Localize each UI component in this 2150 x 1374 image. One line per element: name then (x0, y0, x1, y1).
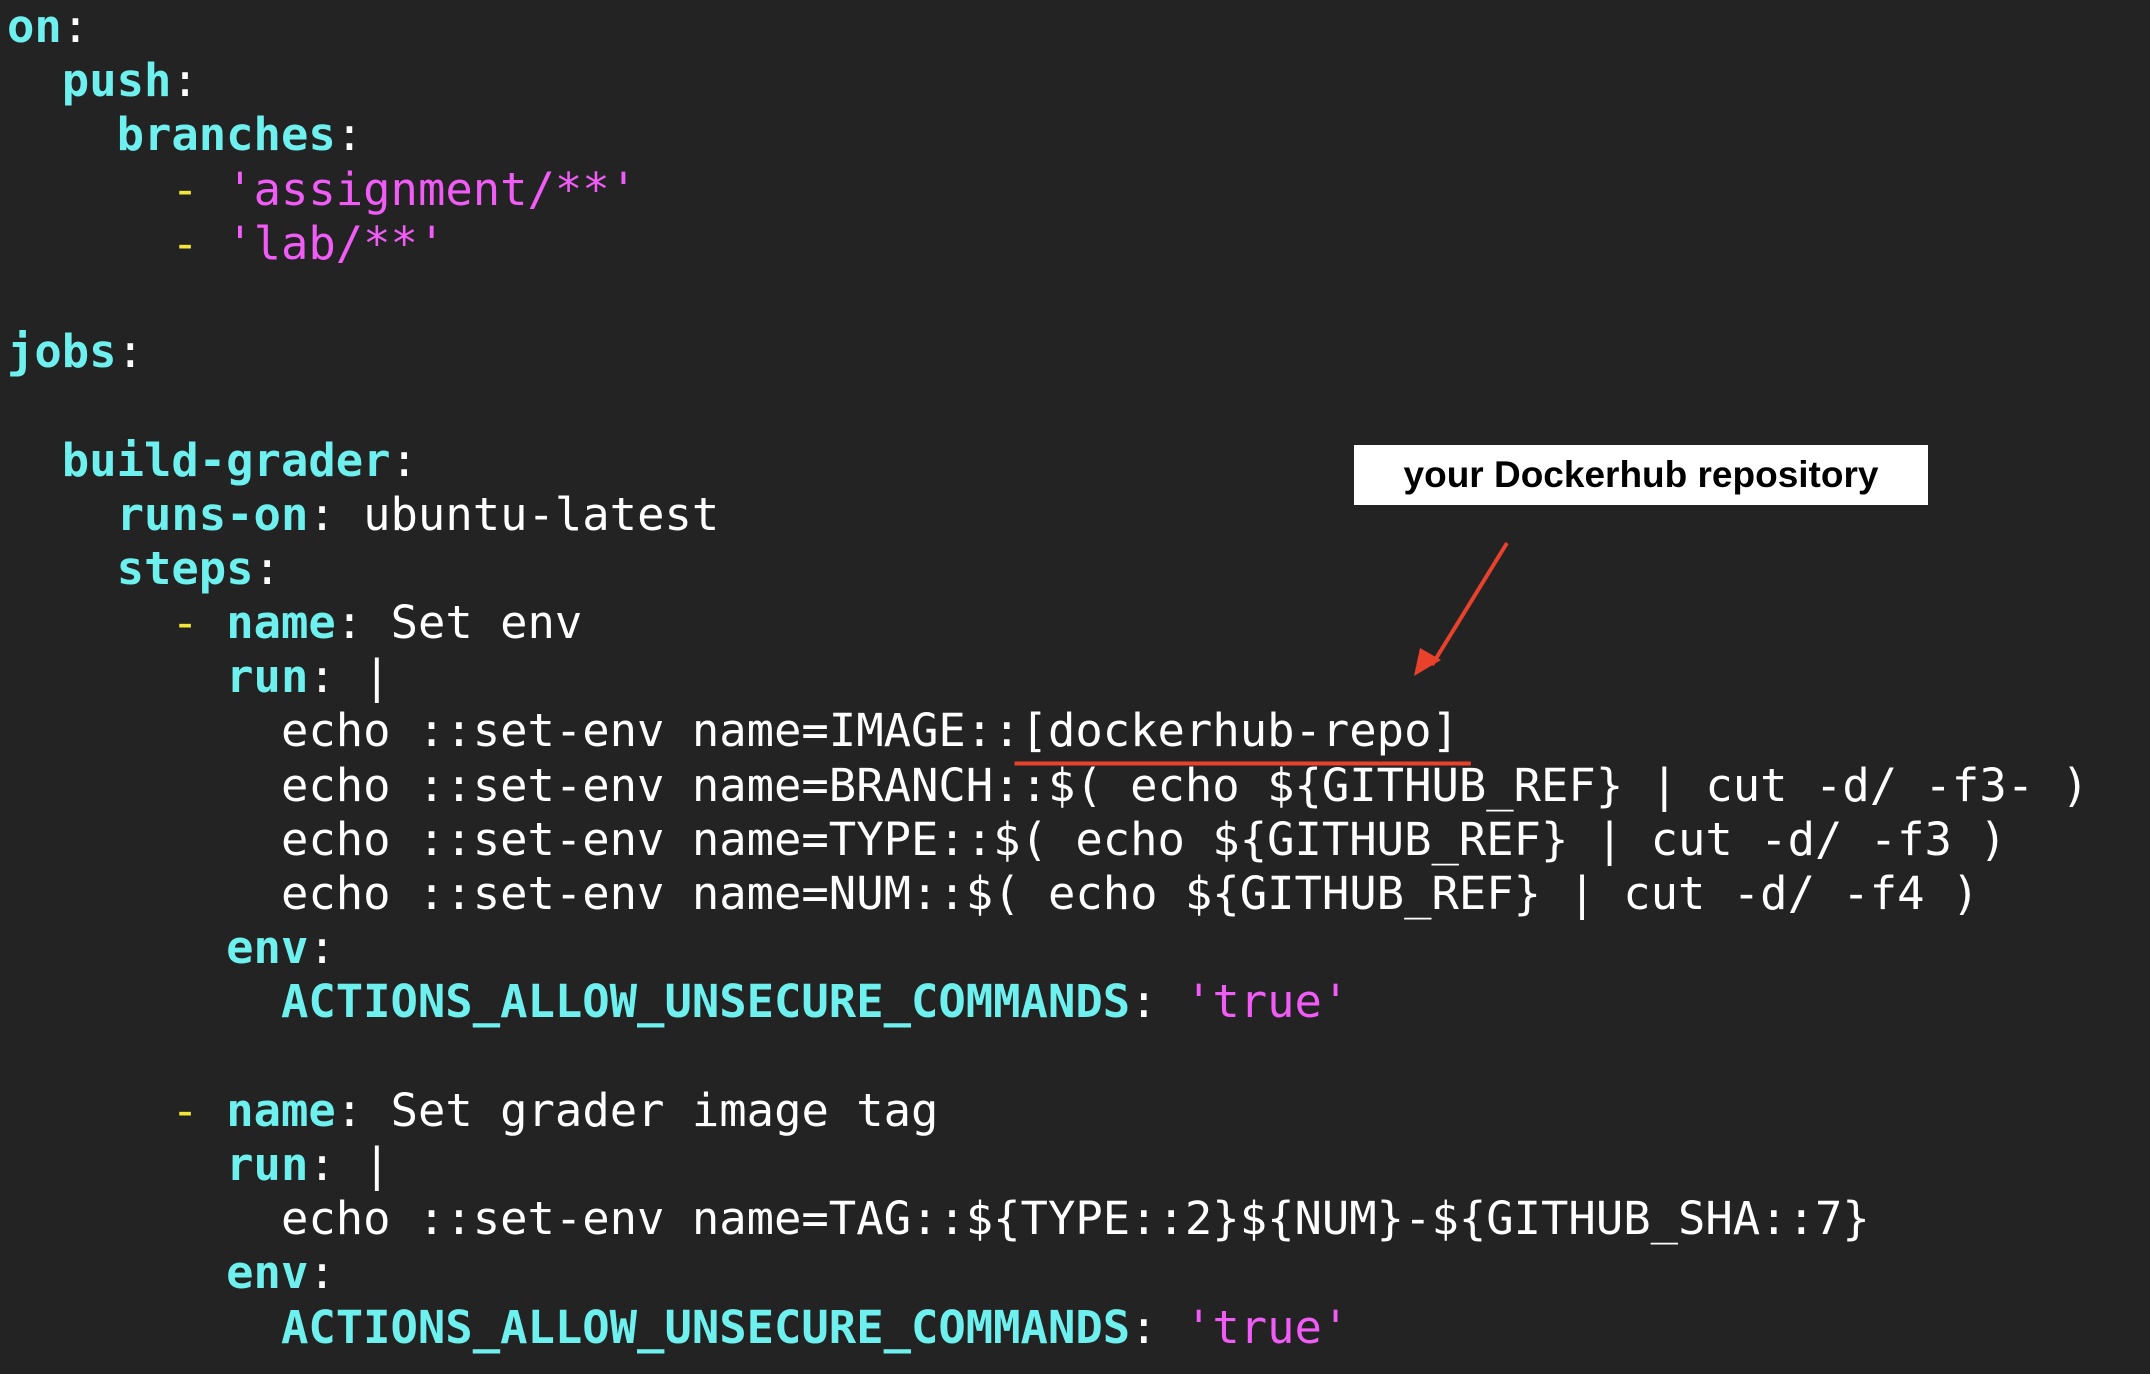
shell-command: echo ::set-env name=TAG::${TYPE::2}${NUM… (280, 1192, 1870, 1246)
step-name: Set env (390, 596, 583, 650)
shell-command: echo ::set-env name=IMAGE:: (280, 704, 1021, 758)
code-line: ACTIONS_ALLOW_UNSECURE_COMMANDS: 'true' (280, 1300, 1350, 1354)
code-line: on: (7, 0, 90, 53)
yaml-key: env (226, 1246, 309, 1300)
env-var-key: ACTIONS_ALLOW_UNSECURE_COMMANDS (280, 975, 1131, 1029)
code-block: on: push: branches: - 'assignment/**' - … (7, 0, 2089, 1355)
yaml-key: name (226, 596, 336, 650)
code-line: ACTIONS_ALLOW_UNSECURE_COMMANDS: 'true' (280, 975, 1350, 1029)
yaml-key: env (226, 921, 309, 975)
list-dash: - (171, 162, 199, 216)
yaml-key: jobs (7, 325, 117, 379)
code-line: - 'assignment/**' (7, 163, 2089, 217)
code-line: echo ::set-env name=TYPE::$( echo ${GITH… (7, 813, 2089, 867)
branch-pattern: 'assignment/**' (226, 162, 638, 216)
yaml-key: branches (116, 108, 336, 162)
yaml-key: push (61, 54, 172, 108)
block-pipe: | (363, 650, 391, 704)
code-line: steps: (116, 541, 281, 595)
code-line: branches: (116, 108, 364, 162)
step-name: Set grader image tag (390, 1083, 939, 1137)
yaml-key: runs-on (116, 487, 309, 541)
runs-on-value: ubuntu-latest (363, 487, 720, 541)
list-dash: - (171, 596, 199, 650)
image-placeholder: [dockerhub-repo] (1020, 704, 1459, 758)
yaml-key: on (7, 0, 62, 53)
annotation-callout: your Dockerhub repository (1354, 445, 1928, 505)
code-line: env: (226, 1246, 336, 1300)
code-line: run: | (226, 650, 391, 704)
code-line: - name: Set env (171, 596, 583, 650)
env-var-value: 'true' (1184, 1300, 1350, 1354)
code-line: echo ::set-env name=BRANCH::$( echo ${GI… (7, 759, 2089, 813)
yaml-key: steps (116, 541, 254, 595)
code-line: echo ::set-env name=IMAGE::[dockerhub-re… (7, 704, 2089, 758)
branch-pattern: 'lab/**' (226, 216, 446, 270)
code-line: - 'lab/**' (7, 217, 2089, 271)
yaml-key: run (226, 650, 309, 704)
shell-command: echo ::set-env name=NUM::$( echo ${GITHU… (280, 867, 1980, 920)
shell-command: echo ::set-env name=TYPE::$( echo ${GITH… (280, 812, 2007, 866)
shell-command: echo ::set-env name=BRANCH::$( echo ${GI… (280, 758, 2089, 812)
block-pipe: | (363, 1137, 391, 1191)
code-line: push: (61, 54, 199, 108)
list-dash: - (171, 1083, 199, 1137)
code-line: - name: Set grader image tag (171, 1083, 939, 1137)
env-var-value: 'true' (1184, 975, 1350, 1029)
list-dash: - (171, 216, 199, 270)
env-var-key: ACTIONS_ALLOW_UNSECURE_COMMANDS (280, 1300, 1131, 1354)
yaml-key: run (226, 1137, 309, 1191)
code-line: echo ::set-env name=NUM::$( echo ${GITHU… (7, 867, 2089, 921)
job-name: build-grader (61, 433, 391, 487)
yaml-key: name (226, 1083, 336, 1137)
code-line: jobs: (7, 325, 144, 379)
code-line: echo ::set-env name=TAG::${TYPE::2}${NUM… (7, 1192, 2089, 1246)
code-line: env: (226, 921, 336, 975)
code-line: run: | (226, 1137, 391, 1191)
